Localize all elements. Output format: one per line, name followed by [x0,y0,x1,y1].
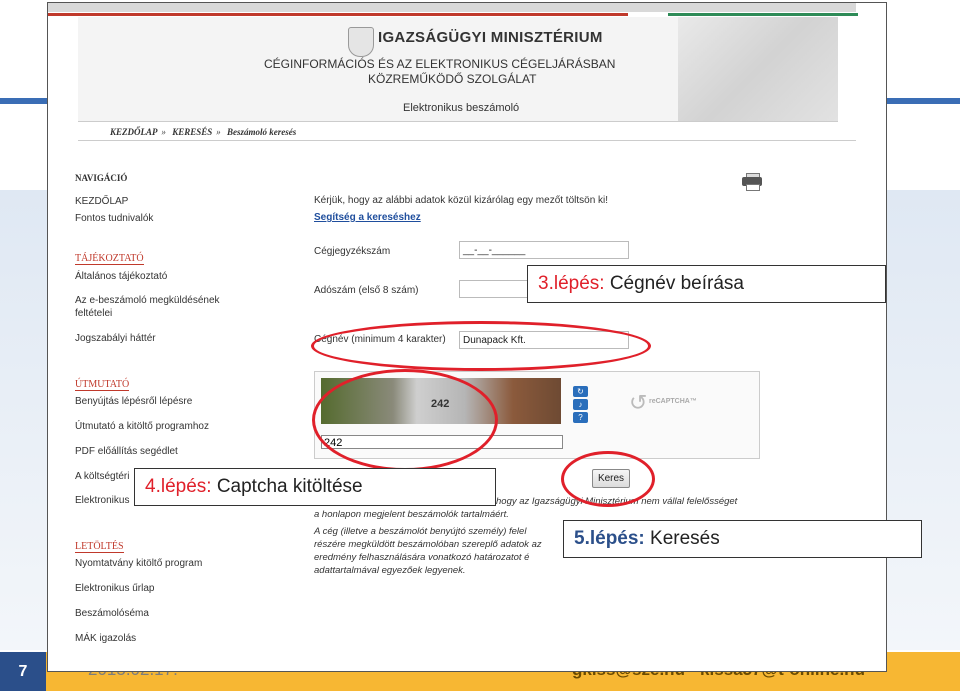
breadcrumb-divider [78,140,856,141]
refresh-icon[interactable]: ↻ [573,386,588,397]
callout-step5: 5.lépés: Keresés [563,520,922,558]
callout-step3: 3.lépés: Cégnév beírása [527,265,886,303]
highlight-oval-captcha [312,369,498,471]
nav-item-form-program[interactable]: Nyomtatvány kitöltő program [75,557,202,570]
nav-item-pdf-help[interactable]: PDF előállítás segédlet [75,445,178,458]
ministry-title: IGAZSÁGÜGYI MINISZTÉRIUM [378,29,603,46]
printer-icon[interactable] [742,173,762,191]
highlight-oval-cegnev [311,321,651,371]
adoszam-label: Adószám (első 8 szám) [314,285,419,296]
nav-item-legal[interactable]: Jogszabályi háttér [75,332,156,345]
callout-step4-text: Captcha kitöltése [216,476,363,497]
highlight-oval-search [561,451,655,507]
form-instruction: Kérjük, hogy az alábbi adatok közül kizá… [314,195,609,206]
slide-background-left [0,190,48,650]
disclaimer-line2: a honlapon megjelent beszámolók tartalmá… [314,509,509,520]
nav-section-guide: ÚTMUTATÓ [75,379,130,391]
crest-icon [348,27,374,57]
nav-item-schema[interactable]: Beszámolóséma [75,607,149,620]
help-icon[interactable]: ? [573,412,588,423]
building-image [678,17,838,121]
nav-item-mak[interactable]: MÁK igazolás [75,632,136,645]
callout-step4: 4.lépés: Captcha kitöltése [134,468,496,506]
audio-icon[interactable]: ♪ [573,399,588,410]
recaptcha-logo: ↺ reCAPTCHA™ [629,390,699,420]
nav-item-important[interactable]: Fontos tudnivalók [75,212,153,225]
nav-item-general-info[interactable]: Általános tájékoztató [75,270,167,283]
nav-section-download: LETÖLTÉS [75,541,124,553]
callout-step5-text: Keresés [650,528,720,549]
callout-step5-number: 5.lépés: [574,528,645,549]
nav-item-home[interactable]: KEZDŐLAP [75,195,128,208]
callout-step3-text: Cégnév beírása [609,273,744,294]
cegjegyzekszam-input[interactable]: __-__-______ [459,241,629,259]
disclaimer-line4: részére megküldött beszámolóban szereplő… [314,539,542,550]
site-subtitle: Elektronikus beszámoló [403,102,520,114]
recaptcha-wordmark: reCAPTCHA™ [649,398,697,405]
service-title-line1: CÉGINFORMÁCIÓS ÉS AZ ELEKTRONIKUS CÉGELJ… [264,57,616,71]
flag-stripe-green [668,13,858,16]
callout-step3-number: 3.lépés: [538,273,605,294]
site-banner: IGAZSÁGÜGYI MINISZTÉRIUM CÉGINFORMÁCIÓS … [78,17,838,122]
website-screenshot: IGAZSÁGÜGYI MINISZTÉRIUM CÉGINFORMÁCIÓS … [47,2,887,672]
nav-item-costs[interactable]: A költségtéri [75,470,129,483]
breadcrumb-current: Beszámoló keresés [227,127,297,137]
nav-header: NAVIGÁCIÓ [75,173,128,183]
nav-item-conditions-cont[interactable]: feltételei [75,307,112,320]
service-title-line2: KÖZREMŰKÖDŐ SZOLGÁLAT [368,72,537,86]
disclaimer-line6: adattartalmával egyezőek legyenek. [314,565,466,576]
nav-item-electronic[interactable]: Elektronikus [75,494,129,507]
nav-item-program-guide[interactable]: Útmutató a kitöltő programhoz [75,420,209,433]
slide-page-number: 7 [0,652,46,691]
search-help-link[interactable]: Segítség a kereséshez [314,212,421,223]
nav-item-electronic-form[interactable]: Elektronikus űrlap [75,582,154,595]
nav-item-steps[interactable]: Benyújtás lépésről lépésre [75,395,192,408]
breadcrumb-home[interactable]: KEZDŐLAP [110,127,158,137]
recaptcha-icon: ↺ [629,390,648,415]
callout-step4-number: 4.lépés: [145,476,212,497]
cegjegyzekszam-label: Cégjegyzékszám [314,246,391,257]
browser-top-bar [48,3,856,12]
breadcrumb-search[interactable]: KERESÉS [172,127,212,137]
disclaimer-line3: A cég (illetve a beszámolót benyújtó sze… [314,526,527,537]
disclaimer-line5: eredmény felhasználására vonatkozó határ… [314,552,530,563]
flag-stripe-red [48,13,628,16]
nav-section-info: TÁJÉKOZTATÓ [75,253,144,265]
breadcrumb: KEZDŐLAP» KERESÉS» Beszámoló keresés [110,127,297,137]
nav-item-conditions[interactable]: Az e-beszámoló megküldésének [75,294,220,307]
slide-background-right [886,190,960,650]
